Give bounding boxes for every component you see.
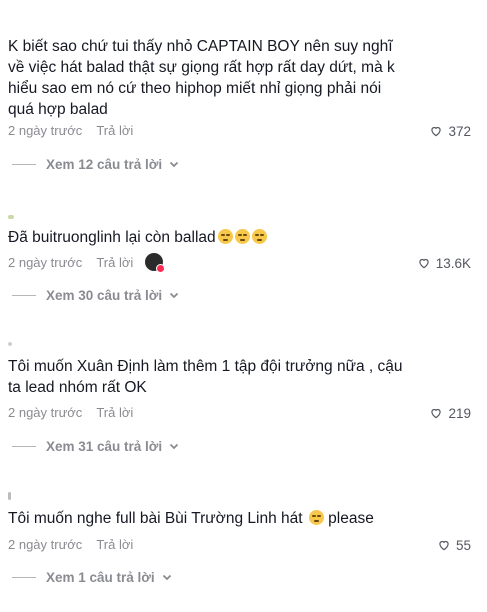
avatar-edge: [8, 492, 11, 500]
reply-button[interactable]: Trả lời: [96, 537, 133, 552]
like-count: 55: [455, 537, 471, 553]
reply-button[interactable]: Trả lời: [96, 255, 133, 270]
comment-item: K biết sao chứ tui thấy nhỏ CAPTAIN BOY …: [0, 0, 487, 180]
like-button[interactable]: 13.6K: [417, 254, 471, 272]
like-button[interactable]: 55: [437, 536, 471, 554]
pensive-face-emoji: [251, 229, 267, 244]
comment-text-wrap: Đã buitruonglinh lại còn ballad: [8, 227, 408, 248]
view-replies-button[interactable]: Xem 1 câu trả lời: [12, 568, 173, 586]
heart-badge-icon: [156, 264, 166, 273]
divider-line: [12, 294, 36, 296]
comment-meta: 2 ngày trước Trả lời: [8, 253, 166, 273]
view-replies-button[interactable]: Xem 12 câu trả lời: [12, 155, 180, 173]
like-count: 13.6K: [435, 255, 471, 271]
heart-outline-icon: [439, 540, 449, 551]
pensive-face-emoji: [308, 510, 324, 525]
divider-line: [12, 445, 36, 447]
comment-time: 2 ngày trước: [8, 536, 83, 552]
comment-item: Đã buitruonglinh lại còn ballad 2 ngày t…: [0, 200, 487, 310]
chevron-down-icon: [170, 161, 179, 168]
comment-text: Đã buitruonglinh lại còn ballad: [8, 229, 216, 246]
creator-liked-avatar: [145, 253, 166, 273]
chevron-down-icon: [170, 443, 179, 450]
comment-time: 2 ngày trước: [8, 122, 83, 138]
reply-button[interactable]: Trả lời: [96, 405, 133, 420]
comment-item: Tôi muốn Xuân Định làm thêm 1 tập đội tr…: [0, 330, 487, 460]
avatar-edge: [8, 215, 14, 219]
view-replies-label: Xem 31 câu trả lời: [46, 438, 163, 454]
divider-line: [12, 576, 36, 578]
chevron-down-icon: [170, 292, 179, 299]
view-replies-button[interactable]: Xem 31 câu trả lời: [12, 437, 180, 455]
chevron-down-icon: [162, 574, 171, 581]
comment-item: Tôi muốn nghe full bài Bùi Trường Linh h…: [0, 480, 487, 612]
reply-button[interactable]: Trả lời: [96, 123, 133, 138]
heart-outline-icon: [431, 126, 442, 137]
comment-text: K biết sao chứ tui thấy nhỏ CAPTAIN BOY …: [8, 38, 395, 118]
heart-outline-icon: [419, 258, 429, 269]
comment-text-suffix: please: [328, 510, 374, 527]
view-replies-label: Xem 1 câu trả lời: [46, 569, 155, 585]
comment-text: Tôi muốn nghe full bài Bùi Trường Linh h…: [8, 510, 303, 527]
comment-time: 2 ngày trước: [8, 404, 83, 420]
like-button[interactable]: 219: [429, 404, 471, 422]
pensive-face-emoji: [217, 229, 233, 244]
view-replies-label: Xem 12 câu trả lời: [46, 156, 163, 172]
like-count: 219: [448, 405, 471, 421]
divider-line: [12, 163, 36, 165]
view-replies-label: Xem 30 câu trả lời: [46, 287, 163, 303]
like-count: 372: [448, 123, 471, 139]
heart-outline-icon: [431, 408, 442, 419]
like-button[interactable]: 372: [429, 122, 471, 140]
comment-meta: 2 ngày trước Trả lời: [8, 403, 133, 421]
pensive-face-emoji: [234, 229, 250, 244]
comment-text: Tôi muốn Xuân Định làm thêm 1 tập đội tr…: [8, 358, 403, 396]
comment-time: 2 ngày trước: [8, 254, 83, 270]
comment-text-wrap: Tôi muốn nghe full bài Bùi Trường Linh h…: [8, 508, 408, 529]
view-replies-button[interactable]: Xem 30 câu trả lời: [12, 286, 180, 304]
comment-meta: 2 ngày trước Trả lời: [8, 535, 133, 553]
comment-meta: 2 ngày trước Trả lời: [8, 121, 133, 139]
avatar-edge: [8, 342, 12, 346]
